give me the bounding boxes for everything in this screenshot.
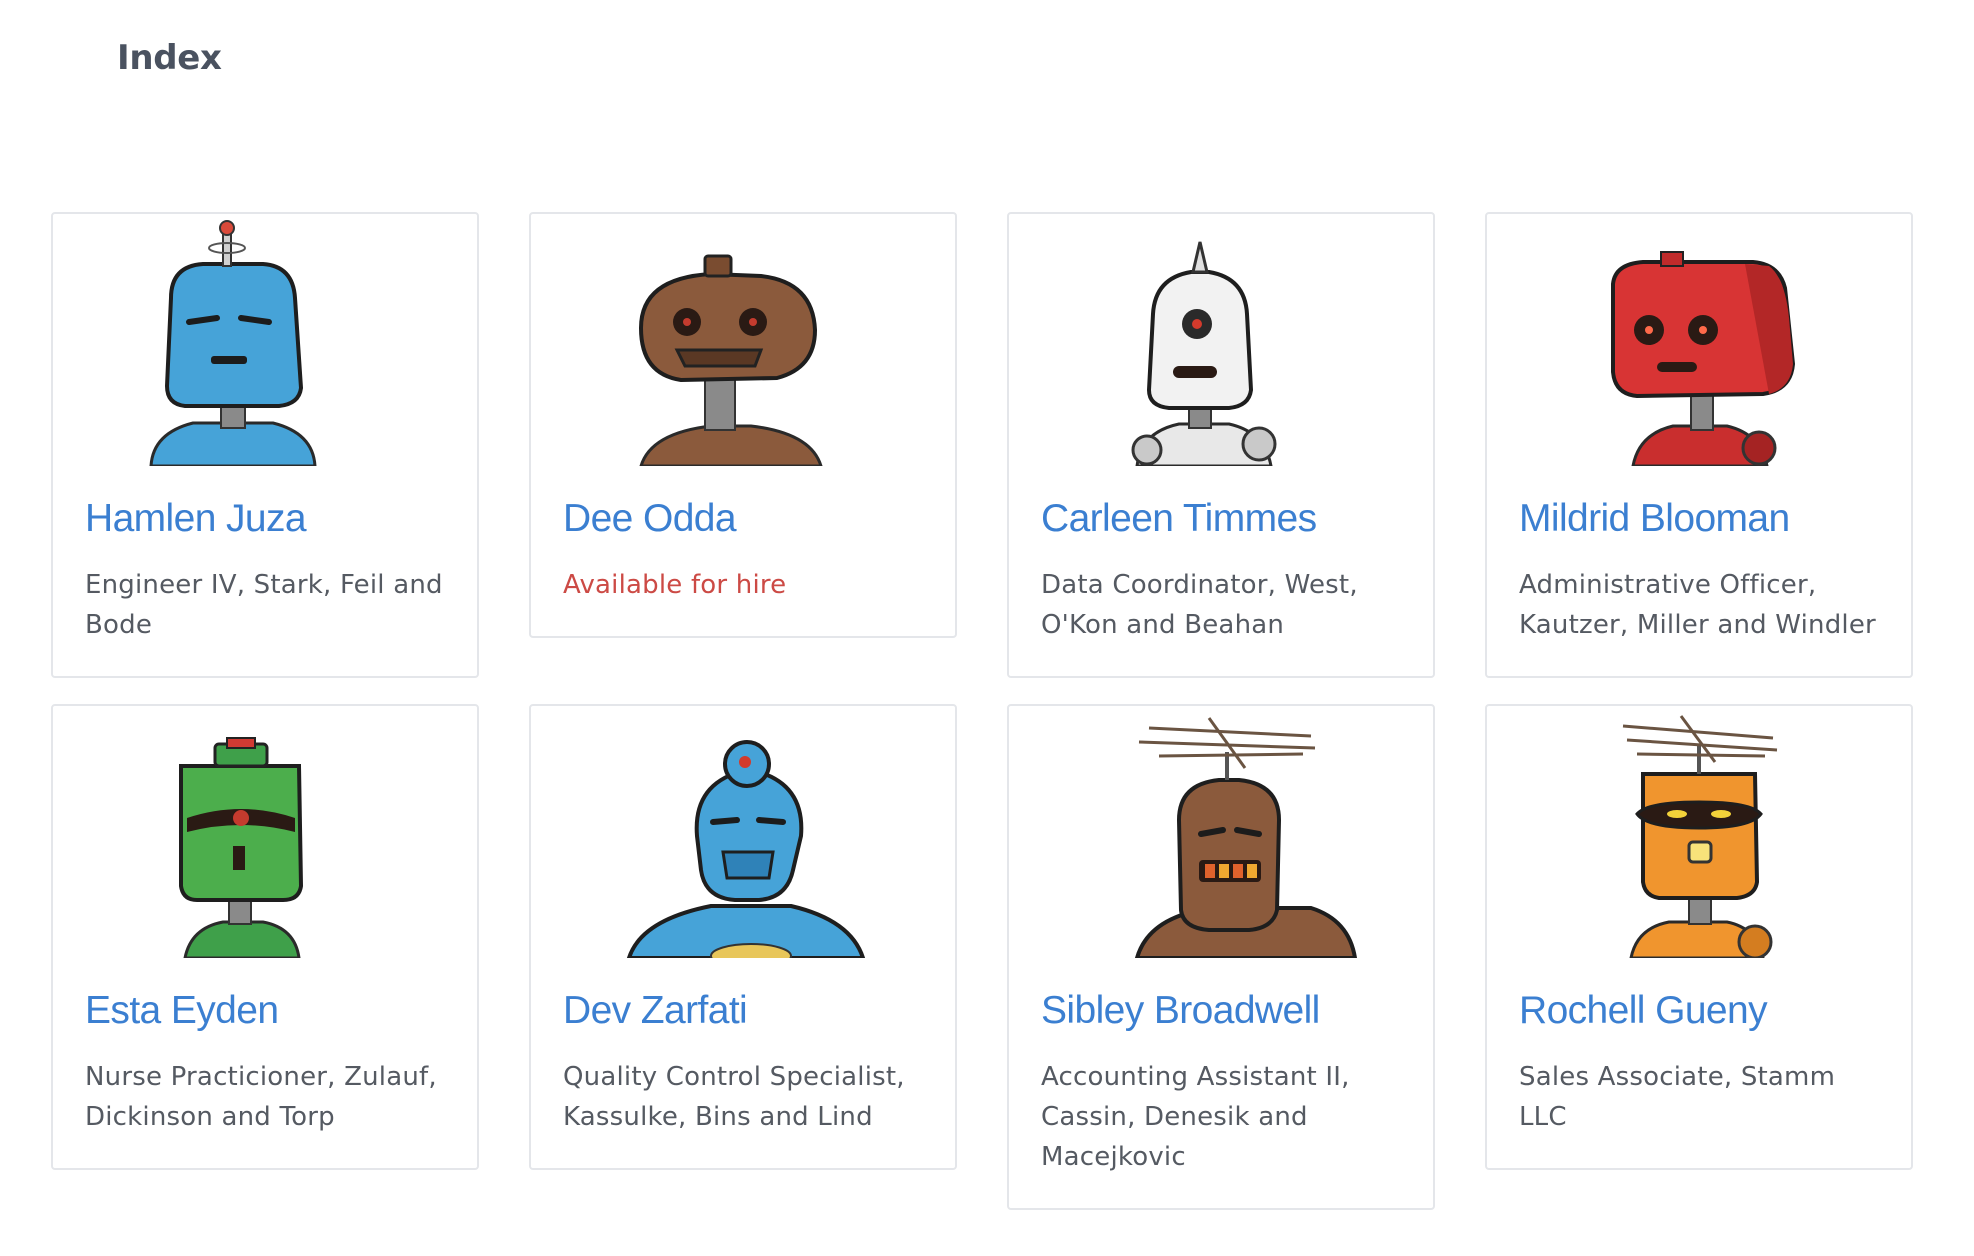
blue-antenna-robot-icon	[123, 218, 411, 466]
profile-name-link[interactable]: Carleen Timmes	[1041, 497, 1317, 541]
brown-tv-antenna-robot-icon	[1079, 710, 1367, 958]
profile-name-link[interactable]: Rochell Gueny	[1519, 989, 1768, 1033]
green-robot-icon	[123, 710, 411, 958]
profile-card: Esta Eyden Nurse Practicioner, Zulauf, D…	[51, 704, 479, 1170]
profile-card: Dee Odda Available for hire	[529, 212, 957, 638]
profile-card: Carleen Timmes Data Coordinator, West, O…	[1007, 212, 1435, 678]
brown-dome-robot-icon	[601, 218, 889, 466]
profile-subtitle: Accounting Assistant II, Cassin, Denesik…	[1041, 1062, 1350, 1172]
profile-grid: Hamlen Juza Engineer IV, Stark, Feil and…	[0, 0, 1974, 1256]
profile-subtitle: Quality Control Specialist, Kassulke, Bi…	[563, 1062, 905, 1132]
blue-round-robot-icon	[601, 710, 889, 958]
profile-card: Sibley Broadwell Accounting Assistant II…	[1007, 704, 1435, 1210]
profile-name-link[interactable]: Esta Eyden	[85, 989, 279, 1033]
red-robot-icon	[1557, 218, 1845, 466]
profile-name-link[interactable]: Sibley Broadwell	[1041, 989, 1320, 1033]
profile-subtitle: Nurse Practicioner, Zulauf, Dickinson an…	[85, 1062, 437, 1132]
available-for-hire-label: Available for hire	[563, 570, 787, 600]
profile-name-link[interactable]: Hamlen Juza	[85, 497, 307, 541]
profile-card: Mildrid Blooman Administrative Officer, …	[1485, 212, 1913, 678]
profile-subtitle: Engineer IV, Stark, Feil and Bode	[85, 570, 443, 640]
profile-card: Dev Zarfati Quality Control Specialist, …	[529, 704, 957, 1170]
profile-card: Rochell Gueny Sales Associate, Stamm LLC	[1485, 704, 1913, 1170]
profile-card: Hamlen Juza Engineer IV, Stark, Feil and…	[51, 212, 479, 678]
profile-subtitle: Data Coordinator, West, O'Kon and Beahan	[1041, 570, 1358, 640]
profile-name-link[interactable]: Dev Zarfati	[563, 989, 748, 1033]
profile-subtitle: Sales Associate, Stamm LLC	[1519, 1062, 1836, 1132]
profile-name-link[interactable]: Dee Odda	[563, 497, 737, 541]
orange-tv-antenna-robot-icon	[1557, 710, 1845, 958]
profile-name-link[interactable]: Mildrid Blooman	[1519, 497, 1790, 541]
white-cyclops-robot-icon	[1079, 218, 1367, 466]
profile-subtitle: Administrative Officer, Kautzer, Miller …	[1519, 570, 1876, 640]
